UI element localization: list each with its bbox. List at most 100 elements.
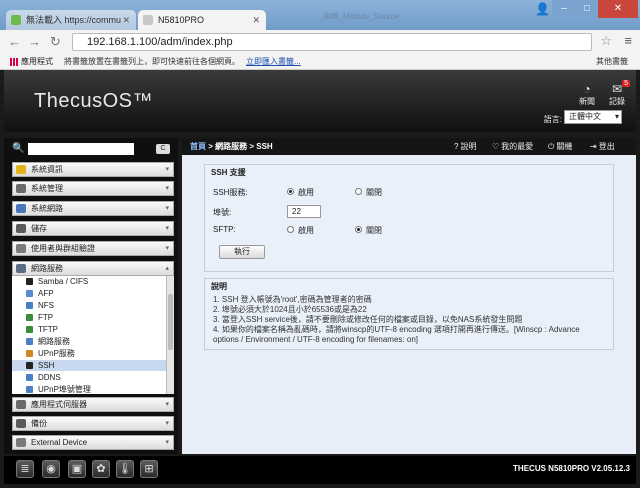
- radio-off-icon: [355, 188, 362, 196]
- sftp-disable-radio[interactable]: 關閉: [355, 225, 382, 236]
- sidebar-item-label: 備份: [31, 419, 47, 428]
- gear-icon: [16, 184, 26, 193]
- breadcrumb-bar: 首頁 > 網路服務 > SSH ? 說明 ♡ 我的最愛 ⏻ 關機 ⇥ 登出: [182, 138, 636, 155]
- submenu-item-upnp[interactable]: UPnP服務: [12, 348, 166, 359]
- sidebar-item-system-network[interactable]: 系統網路 ▾: [12, 201, 174, 216]
- import-bookmarks-link[interactable]: 立即匯入書籤...: [246, 54, 301, 69]
- sidebar-item-network-services[interactable]: 網路服務 ▴: [12, 261, 174, 276]
- sidebar-item-users-groups[interactable]: 使用者與群組驗證 ▾: [12, 241, 174, 256]
- news-button[interactable]: ◔ 新聞: [574, 82, 600, 107]
- log-label: 記錄: [609, 97, 625, 106]
- tab-favicon-icon: [11, 15, 21, 25]
- sidebar-item-system-admin[interactable]: 系統管理 ▾: [12, 181, 174, 196]
- address-bar[interactable]: 192.168.1.100/adm/index.php: [72, 33, 592, 51]
- close-window-icon[interactable]: ✕: [598, 0, 638, 18]
- submenu-item-ddns[interactable]: DDNS: [12, 372, 166, 383]
- help-label: 說明: [460, 142, 477, 151]
- logout-link[interactable]: ⇥ 登出: [590, 138, 615, 155]
- log-button[interactable]: ✉ 5 記錄: [604, 80, 630, 107]
- ftp-icon: [26, 314, 33, 321]
- apps-bookmark[interactable]: 應用程式: [10, 54, 53, 69]
- network-icon[interactable]: ⊞: [140, 460, 158, 478]
- bookmarks-bar: 應用程式 將書籤放置在書籤列上，即可快速前往各個網頁。 立即匯入書籤... 其他…: [0, 54, 640, 70]
- network-services-icon: [16, 264, 26, 273]
- ssh-disable-radio[interactable]: 關閉: [355, 187, 382, 198]
- sidebar-item-app-server[interactable]: 應用程式伺服器 ▾: [12, 397, 174, 412]
- chevron-down-icon: ▾: [614, 112, 619, 121]
- sidebar-item-backup[interactable]: 備份 ▾: [12, 416, 174, 431]
- log-badge: 5: [622, 80, 630, 87]
- submenu-item-tftp[interactable]: TFTP: [12, 324, 166, 335]
- app-server-icon: [16, 400, 26, 409]
- browser-tab-1[interactable]: 無法載入 https://commu ✕: [6, 10, 136, 30]
- sidebar-item-system-info[interactable]: 系統資訊 ▾: [12, 162, 174, 177]
- arrow-left-icon[interactable]: ←: [8, 34, 21, 50]
- close-tab-icon[interactable]: ✕: [252, 10, 260, 30]
- minimize-icon[interactable]: –: [552, 0, 576, 18]
- submenu-item-afp[interactable]: AFP: [12, 288, 166, 299]
- sidebar-search: 🔍 C: [8, 142, 174, 156]
- web-service-icon: [26, 338, 33, 345]
- chevron-down-icon: ▾: [165, 225, 169, 232]
- info-icon: [16, 165, 26, 174]
- ssh-enable-radio[interactable]: 啟用: [287, 187, 314, 198]
- external-device-icon: [16, 438, 26, 447]
- media-icon[interactable]: ✿: [92, 460, 110, 478]
- submenu-item-ftp[interactable]: FTP: [12, 312, 166, 323]
- language-select[interactable]: 正體中文 ▾: [564, 110, 622, 124]
- search-input[interactable]: [28, 143, 134, 155]
- submenu-item-ssh[interactable]: SSH: [12, 360, 166, 371]
- port-input[interactable]: 22: [287, 205, 321, 218]
- sidebar-item-external-device[interactable]: External Device ▾: [12, 435, 174, 450]
- submenu-item-nfs[interactable]: NFS: [12, 300, 166, 311]
- submenu-label: NFS: [38, 301, 54, 310]
- bookmarks-hint: 將書籤放置在書籤列上，即可快速前往各個網頁。: [64, 57, 240, 66]
- ghost-tab-title: _JMB_Module_Source: [318, 12, 399, 21]
- submenu-label: 網路服務: [38, 337, 70, 346]
- disk-icon[interactable]: ◉: [42, 460, 60, 478]
- server-icon[interactable]: ≣: [16, 460, 34, 478]
- window-controls: – □ ✕: [552, 0, 638, 18]
- temperature-icon[interactable]: 🌡: [116, 460, 134, 478]
- submenu-label: Samba / CIFS: [38, 277, 89, 286]
- maximize-icon[interactable]: □: [576, 0, 598, 18]
- help-link[interactable]: ? 說明: [454, 138, 476, 155]
- sidebar-item-storage[interactable]: 儲存 ▾: [12, 221, 174, 236]
- hamburger-icon[interactable]: ≡: [624, 33, 632, 48]
- submenu-item-samba[interactable]: Samba / CIFS: [12, 276, 166, 287]
- shutdown-link[interactable]: ⏻ 關機: [548, 138, 572, 155]
- thecus-logo: ThecusOS™: [34, 90, 153, 112]
- browser-tab-2[interactable]: N5810PRO ✕: [138, 10, 266, 30]
- storage-icon: [16, 224, 26, 233]
- user-icon[interactable]: 👤: [535, 2, 550, 16]
- panel-title: 說明: [211, 282, 227, 291]
- browser-tabbar: 無法載入 https://commu ✕ N5810PRO ✕ _JMB_Mod…: [0, 0, 640, 30]
- favorites-label: 我的最愛: [501, 142, 534, 151]
- scrollbar-thumb[interactable]: [168, 294, 173, 350]
- sidebar: 🔍 C 系統資訊 ▾ 系統管理 ▾ 系統網路 ▾ 儲存 ▾ 使用者與群組驗證 ▾…: [4, 138, 178, 454]
- breadcrumb-home-link[interactable]: 首頁: [190, 142, 206, 151]
- sidebar-item-label: 系統管理: [31, 184, 63, 193]
- star-icon[interactable]: ☆: [600, 33, 612, 49]
- favorites-link[interactable]: ♡ 我的最愛: [492, 138, 533, 155]
- arrow-right-icon[interactable]: →: [28, 34, 41, 50]
- help-icon: ?: [454, 142, 459, 151]
- sftp-enable-radio[interactable]: 啟用: [287, 225, 314, 236]
- radio-label: 關閉: [366, 188, 382, 197]
- port-label: 埠號:: [213, 208, 232, 217]
- submenu-item-upnp-port[interactable]: UPnP埠號管理: [12, 384, 166, 394]
- other-bookmarks[interactable]: 其他書籤: [596, 54, 628, 69]
- chevron-down-icon: ▾: [165, 205, 169, 212]
- submenu-item-web-service[interactable]: 網路服務: [12, 336, 166, 347]
- clear-search-button[interactable]: C: [156, 144, 170, 154]
- reload-icon[interactable]: ↻: [50, 34, 61, 50]
- app-icon[interactable]: ▣: [68, 460, 86, 478]
- apply-button[interactable]: 執行: [219, 245, 265, 259]
- submenu-scrollbar[interactable]: [166, 276, 174, 394]
- app-header: ThecusOS™ ◔ 新聞 ✉ 5 記錄 語言: 正體中文 ▾: [4, 70, 636, 132]
- breadcrumb: 首頁 > 網路服務 > SSH: [190, 138, 273, 155]
- close-tab-icon[interactable]: ✕: [122, 10, 130, 30]
- apps-label: 應用程式: [21, 57, 53, 66]
- rss-icon: ◔: [583, 82, 591, 96]
- logout-icon: ⇥: [590, 142, 597, 151]
